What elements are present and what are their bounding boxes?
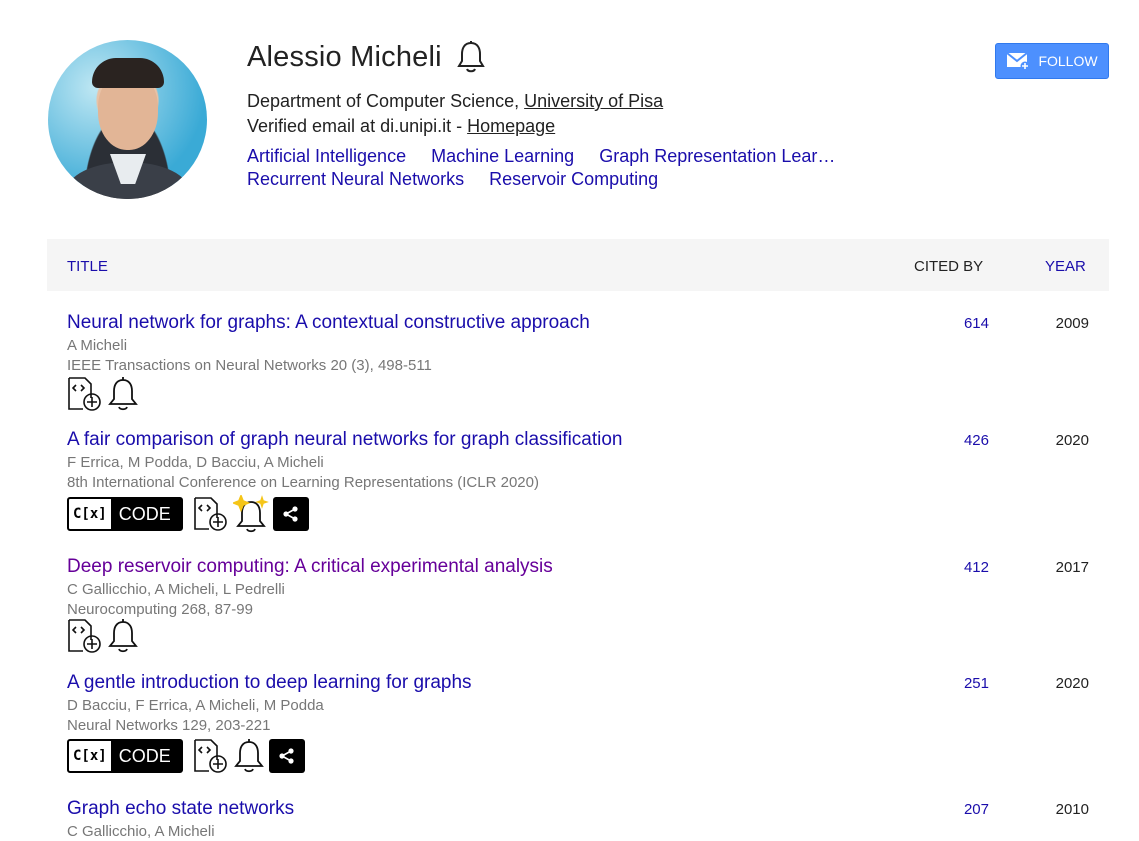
article-authors: C Gallicchio, A Micheli, L Pedrelli xyxy=(67,581,285,598)
follow-button[interactable]: FOLLOW xyxy=(995,43,1109,79)
mail-plus-icon xyxy=(1006,51,1030,71)
profile-avatar xyxy=(48,40,207,199)
bell-icon[interactable] xyxy=(107,618,139,654)
table-header: TITLE CITED BY YEAR xyxy=(47,239,1109,291)
article-year: 2017 xyxy=(1055,559,1089,576)
article-actions xyxy=(67,376,139,412)
cited-by-count[interactable]: 207 xyxy=(964,801,989,818)
article-venue: Neurocomputing 268, 87-99 xyxy=(67,601,253,618)
code-label: CODE xyxy=(118,745,171,766)
cited-by-count[interactable]: 614 xyxy=(964,315,989,332)
article-authors: A Micheli xyxy=(67,337,128,354)
share-button[interactable] xyxy=(268,739,305,773)
email-text: Verified email at di.unipi.it - xyxy=(247,116,468,136)
code-file-add-icon[interactable] xyxy=(193,496,229,532)
table-row: Neural network for graphs: A contextual … xyxy=(47,312,1109,422)
table-row: Graph echo state networks C Gallicchio, … xyxy=(47,798,1109,841)
cited-by-count[interactable]: 426 xyxy=(964,432,989,449)
interest-link[interactable]: Reservoir Computing xyxy=(489,169,658,189)
article-venue: Neural Networks 129, 203-221 xyxy=(67,717,271,734)
sort-by-title[interactable]: TITLE xyxy=(67,258,108,275)
code-button[interactable]: C[x] CODE xyxy=(67,739,183,773)
article-actions: C[x] CODE xyxy=(67,738,305,774)
affiliation-text: Department of Computer Science, xyxy=(247,91,525,111)
bell-sparkle-icon[interactable] xyxy=(232,495,269,533)
table-row: A gentle introduction to deep learning f… xyxy=(47,672,1109,782)
research-interests: Artificial Intelligence Machine Learning… xyxy=(247,145,867,191)
table-row: Deep reservoir computing: A critical exp… xyxy=(47,556,1109,666)
article-venue: IEEE Transactions on Neural Networks 20 … xyxy=(67,357,432,374)
affiliation: Department of Computer Science, Universi… xyxy=(247,89,663,114)
article-actions xyxy=(67,618,139,654)
article-title-link[interactable]: A gentle introduction to deep learning f… xyxy=(67,672,472,694)
interest-link[interactable]: Graph Representation Lear… xyxy=(599,145,835,168)
article-venue: 8th International Conference on Learning… xyxy=(67,474,539,491)
bell-icon[interactable] xyxy=(107,376,139,412)
article-authors: F Errica, M Podda, D Bacciu, A Micheli xyxy=(67,454,324,471)
follow-label: FOLLOW xyxy=(1038,53,1098,69)
share-icon xyxy=(278,747,296,765)
share-button[interactable] xyxy=(272,497,309,531)
bell-icon[interactable] xyxy=(456,40,486,74)
article-authors: D Bacciu, F Errica, A Micheli, M Podda xyxy=(67,697,324,714)
interest-link[interactable]: Machine Learning xyxy=(431,146,574,166)
email-line: Verified email at di.unipi.it - Homepage xyxy=(247,114,555,139)
code-file-add-icon[interactable] xyxy=(67,376,103,412)
article-year: 2010 xyxy=(1055,801,1089,818)
code-file-add-icon[interactable] xyxy=(193,738,229,774)
share-icon xyxy=(282,505,300,523)
interest-link[interactable]: Recurrent Neural Networks xyxy=(247,169,464,189)
bell-icon[interactable] xyxy=(233,738,265,774)
article-title-link[interactable]: Graph echo state networks xyxy=(67,798,294,820)
article-title-link[interactable]: Neural network for graphs: A contextual … xyxy=(67,312,590,334)
homepage-link[interactable]: Homepage xyxy=(467,116,555,136)
cited-by-count[interactable]: 251 xyxy=(964,675,989,692)
interest-link[interactable]: Artificial Intelligence xyxy=(247,146,406,166)
affiliation-link[interactable]: University of Pisa xyxy=(524,91,663,111)
article-title-link[interactable]: A fair comparison of graph neural networ… xyxy=(67,429,623,451)
code-button[interactable]: C[x] CODE xyxy=(67,497,183,531)
article-authors: C Gallicchio, A Micheli xyxy=(67,823,215,840)
table-row: A fair comparison of graph neural networ… xyxy=(47,429,1109,539)
code-prefix: C[x] xyxy=(69,499,111,529)
profile-header: Alessio Micheli xyxy=(247,40,486,74)
article-actions: C[x] CODE xyxy=(67,495,309,533)
article-title-link[interactable]: Deep reservoir computing: A critical exp… xyxy=(67,556,553,578)
code-label: CODE xyxy=(118,503,171,524)
cited-by-header[interactable]: CITED BY xyxy=(914,258,983,275)
profile-name: Alessio Micheli xyxy=(247,40,442,73)
cited-by-count[interactable]: 412 xyxy=(964,559,989,576)
article-year: 2020 xyxy=(1055,675,1089,692)
article-year: 2009 xyxy=(1055,315,1089,332)
sort-by-year[interactable]: YEAR xyxy=(1045,258,1086,275)
article-year: 2020 xyxy=(1055,432,1089,449)
code-file-add-icon[interactable] xyxy=(67,618,103,654)
code-prefix: C[x] xyxy=(69,741,111,771)
